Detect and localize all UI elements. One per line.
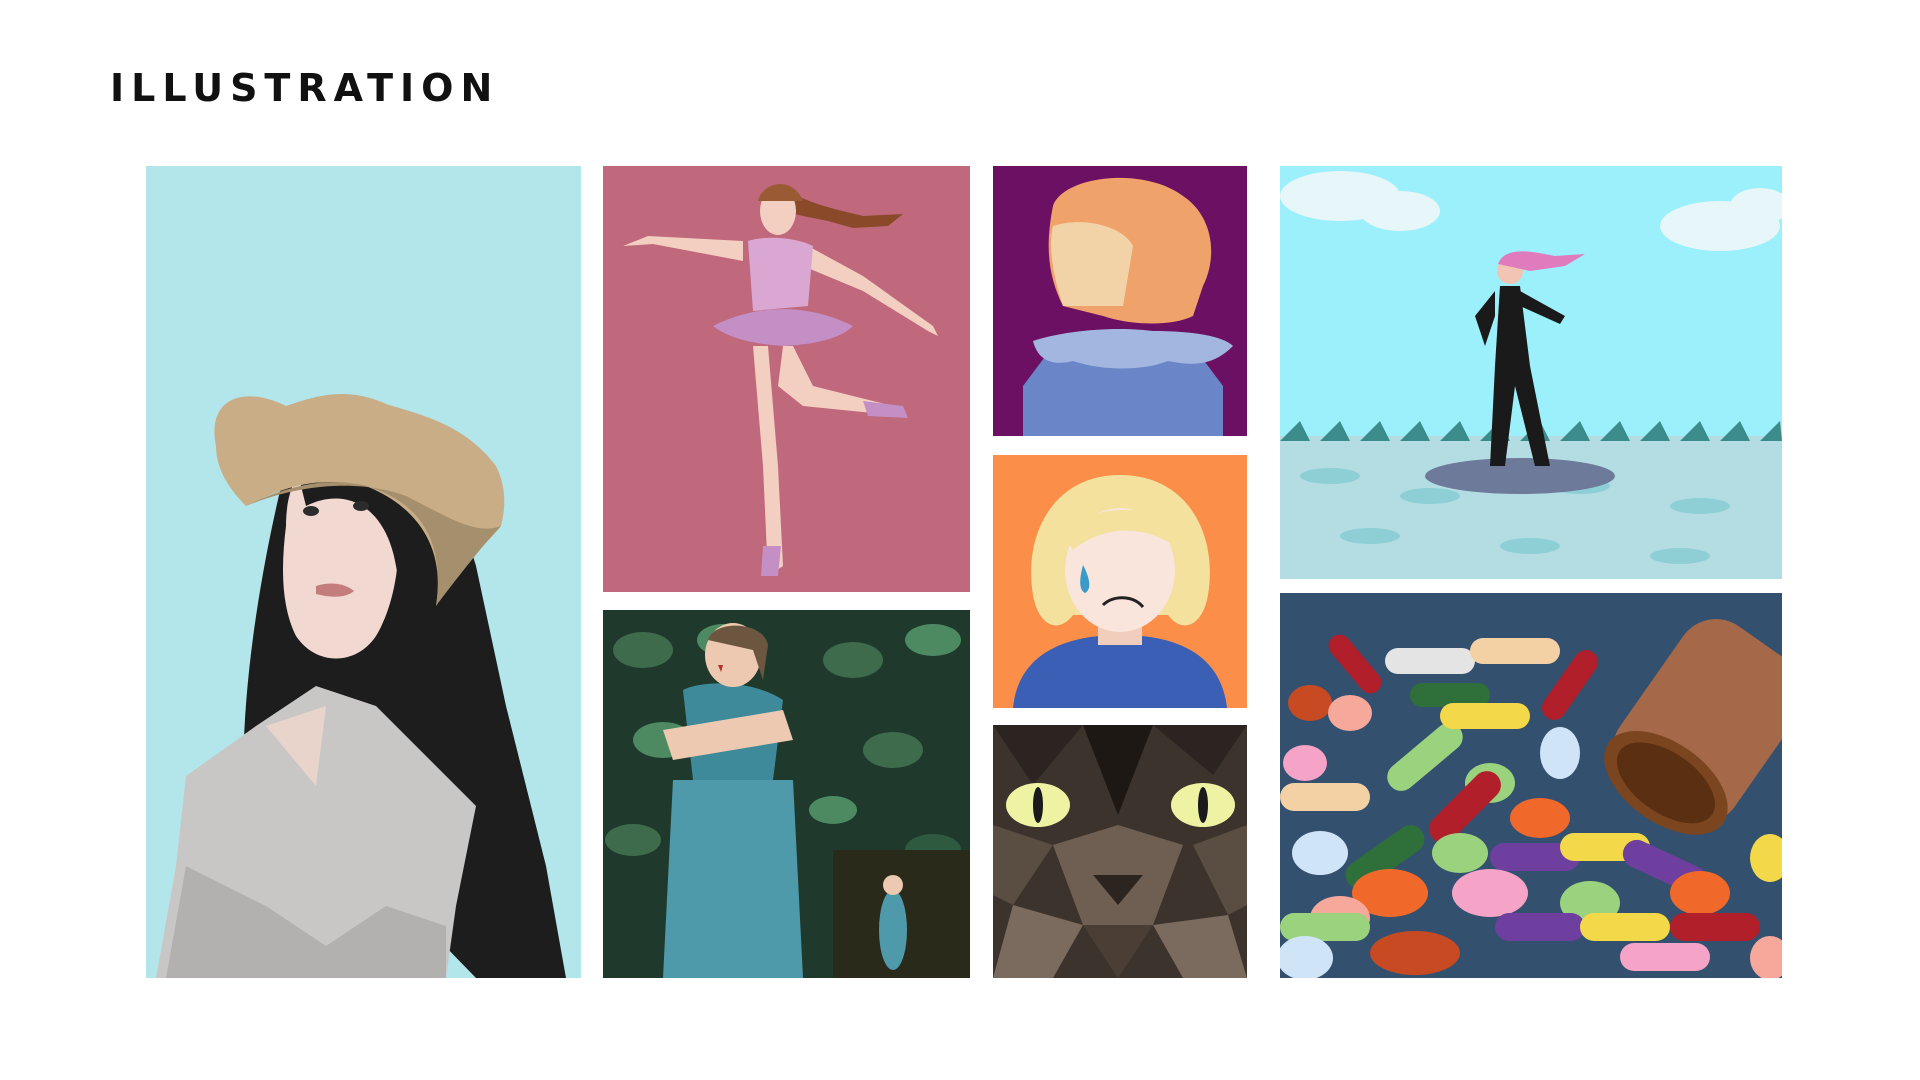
- crying-blonde-girl-icon: [993, 455, 1247, 708]
- page-title: ILLUSTRATION: [110, 66, 500, 110]
- woman-with-hat-portrait-icon: [146, 166, 581, 978]
- ballerina-icon: [603, 166, 970, 592]
- gallery-item-red-haired-woman[interactable]: [993, 166, 1247, 436]
- red-haired-woman-from-behind-icon: [993, 166, 1247, 436]
- gallery-item-ballerina[interactable]: [603, 166, 970, 592]
- gallery-item-woman-portrait[interactable]: [146, 166, 581, 978]
- gallery-item-cat-eyes[interactable]: [993, 725, 1247, 978]
- surfer-on-waves-icon: [1280, 166, 1782, 579]
- gallery-item-crying-girl[interactable]: [993, 455, 1247, 708]
- low-poly-cat-eyes-icon: [993, 725, 1247, 978]
- woman-hugging-herself-in-leaves-icon: [603, 610, 970, 978]
- gallery-item-pills[interactable]: [1280, 593, 1782, 978]
- gallery-item-surfer[interactable]: [1280, 166, 1782, 579]
- spilled-pills-from-bottle-icon: [1280, 593, 1782, 978]
- gallery-item-woman-in-leaves[interactable]: [603, 610, 970, 978]
